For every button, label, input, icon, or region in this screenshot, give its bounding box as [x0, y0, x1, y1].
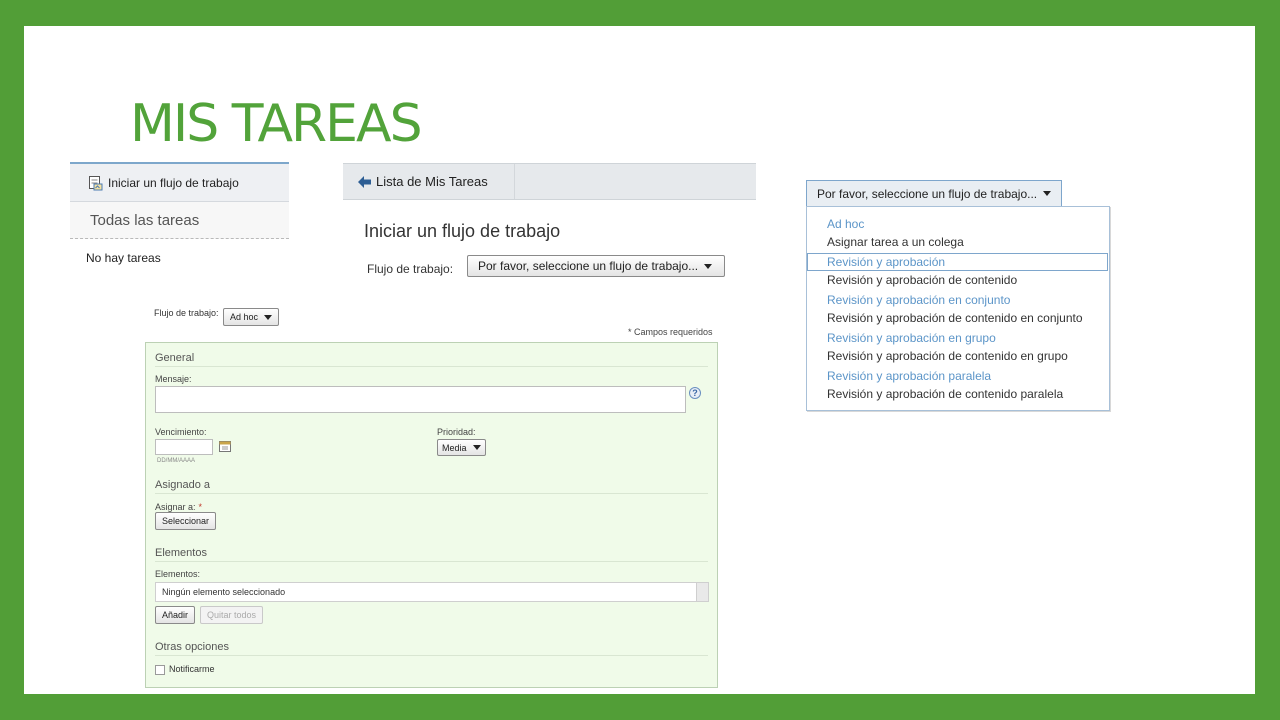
workflow-option-review-approval-joint[interactable]: Revisión y aprobación en conjunto Revisi…: [807, 290, 1109, 327]
elements-empty-value: Ningún elemento seleccionado: [162, 587, 286, 597]
add-elements-button[interactable]: Añadir: [155, 606, 196, 624]
help-icon[interactable]: ?: [689, 387, 701, 399]
option-title: Revisión y aprobación paralela: [827, 369, 992, 383]
notify-label: Notificarme: [169, 664, 215, 674]
option-title: Revisión y aprobación: [807, 253, 1108, 271]
section-general-heading: General: [155, 352, 708, 367]
priority-value: Media: [442, 442, 467, 453]
option-description: Asignar tarea a un colega: [827, 235, 964, 249]
elements-scrollbar[interactable]: [696, 583, 708, 601]
message-textarea[interactable]: [155, 386, 686, 413]
option-description: Revisión y aprobación de contenido en co…: [827, 311, 1083, 325]
workflow-dropdown-label: Por favor, seleccione un flujo de trabaj…: [817, 186, 1038, 201]
priority-select[interactable]: Media: [437, 439, 486, 456]
workflow-dropdown: Por favor, seleccione un flujo de trabaj…: [806, 180, 1114, 411]
due-date-format-hint: DD/MM/AAAA: [157, 458, 196, 464]
option-description: Revisión y aprobación de contenido en gr…: [827, 349, 1068, 363]
adhoc-workflow-select[interactable]: Ad hoc: [223, 308, 280, 326]
chevron-down-icon: [264, 314, 273, 320]
tasks-panel: Iniciar un flujo de trabajo Todas las ta…: [70, 162, 289, 265]
due-date-label: Vencimiento:: [155, 427, 207, 437]
workflow-option-review-approval-group[interactable]: Revisión y aprobación en grupo Revisión …: [807, 328, 1109, 365]
start-workflow-link[interactable]: Iniciar un flujo de trabajo: [70, 162, 289, 202]
option-title: Revisión y aprobación en conjunto: [827, 293, 1011, 307]
workflow-dropdown-button[interactable]: Por favor, seleccione un flujo de trabaj…: [806, 180, 1062, 206]
notify-checkbox[interactable]: [155, 665, 165, 675]
page-title: Iniciar un flujo de trabajo: [364, 221, 561, 241]
option-description: Revisión y aprobación de contenido: [827, 273, 1018, 287]
option-title: Revisión y aprobación en grupo: [827, 331, 996, 345]
empty-tasks-message: No hay tareas: [86, 251, 161, 265]
adhoc-workflow-label: Flujo de trabajo:: [154, 308, 219, 318]
due-date-input[interactable]: [155, 439, 213, 455]
remove-all-button[interactable]: Quitar todos: [200, 606, 264, 624]
chevron-down-icon: [1043, 191, 1052, 196]
all-tasks-filter[interactable]: Todas las tareas: [70, 202, 289, 239]
slide: MIS TAREAS Iniciar un flujo de trabajo T…: [24, 26, 1255, 694]
workflow-label: Flujo de trabajo:: [367, 262, 454, 276]
section-other-heading: Otras opciones: [155, 641, 708, 656]
workflow-select[interactable]: Por favor, seleccione un flujo de trabaj…: [467, 255, 725, 277]
start-workflow-panel: Lista de Mis Tareas Iniciar un flujo de …: [343, 163, 756, 277]
back-link-label: Lista de Mis Tareas: [376, 174, 488, 189]
required-mark: *: [198, 502, 203, 512]
elements-list[interactable]: Ningún elemento seleccionado: [155, 582, 709, 602]
panel-toolbar: Lista de Mis Tareas: [343, 163, 756, 200]
select-assignee-button[interactable]: Seleccionar: [155, 512, 217, 530]
workflow-select-value: Por favor, seleccione un flujo de trabaj…: [478, 259, 699, 273]
assign-to-label: Asignar a: *: [155, 502, 203, 512]
section-assigned-heading: Asignado a: [155, 479, 708, 494]
start-workflow-label: Iniciar un flujo de trabajo: [108, 175, 239, 190]
workflow-doc-icon: [89, 175, 103, 190]
chevron-down-icon: [704, 263, 713, 269]
option-title: Ad hoc: [827, 217, 865, 231]
chevron-down-icon: [472, 445, 481, 450]
required-fields-note: * Campos requeridos: [628, 327, 713, 337]
slide-title: MIS TAREAS: [130, 94, 423, 154]
workflow-option-ad-hoc[interactable]: Ad hoc Asignar tarea a un colega: [807, 214, 1109, 251]
adhoc-form: General Mensaje: ? Vencimiento: DD/MM/AA…: [145, 342, 718, 688]
back-to-tasks-link[interactable]: Lista de Mis Tareas: [343, 164, 515, 199]
arrow-left-icon: [358, 175, 371, 188]
elements-label: Elementos:: [155, 569, 201, 579]
message-label: Mensaje:: [155, 374, 192, 384]
option-description: Revisión y aprobación de contenido paral…: [827, 387, 1064, 401]
adhoc-workflow-value: Ad hoc: [230, 312, 259, 322]
workflow-option-review-approval-parallel[interactable]: Revisión y aprobación paralela Revisión …: [807, 366, 1109, 403]
priority-label: Prioridad:: [437, 427, 476, 437]
calendar-icon[interactable]: [219, 440, 231, 452]
workflow-options-list: Ad hoc Asignar tarea a un colega Revisió…: [806, 206, 1110, 411]
section-elements-heading: Elementos: [155, 547, 708, 562]
workflow-option-review-approval[interactable]: Revisión y aprobación Revisión y aprobac…: [807, 252, 1109, 289]
